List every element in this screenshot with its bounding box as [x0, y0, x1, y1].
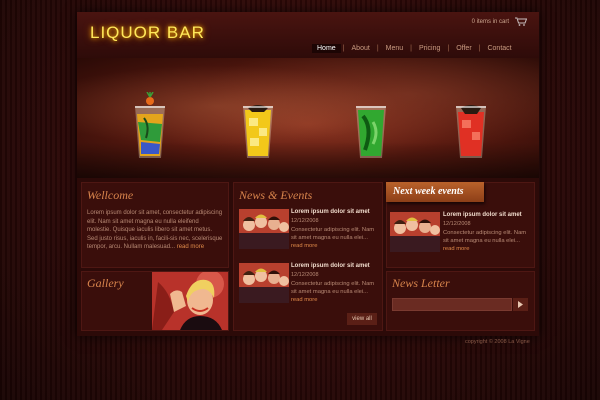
next-week-title: Next week events: [386, 182, 484, 202]
news-item-body: Consectetur adipiscing elit. Nam sit ame…: [291, 227, 375, 250]
event-heading[interactable]: Lorem ipsum dolor sit amet: [443, 212, 522, 218]
main-nav: Home | About | Menu | Pricing | Offer | …: [312, 42, 517, 54]
newsletter-title: News Letter: [392, 276, 450, 290]
news-item-heading[interactable]: Lorem ipsum dolor sit amet: [291, 209, 370, 215]
gallery-panel: Gallery: [81, 271, 229, 331]
newsletter-submit-button[interactable]: [513, 298, 528, 311]
nav-item-about[interactable]: About: [347, 44, 375, 53]
nav-item-offer[interactable]: Offer: [451, 44, 476, 53]
nav-item-home[interactable]: Home: [312, 43, 341, 53]
news-read-more-link[interactable]: read more: [291, 297, 317, 303]
event-read-more-link[interactable]: read more: [443, 246, 469, 252]
welcome-read-more-link[interactable]: read more: [177, 244, 204, 250]
news-read-more-link[interactable]: read more: [291, 243, 317, 249]
event-thumbnail[interactable]: [390, 212, 440, 252]
news-events-panel: News & Events Lorem ipsum dolor sit amet…: [233, 182, 383, 331]
shopping-cart-icon[interactable]: [515, 17, 527, 26]
news-thumbnail[interactable]: [239, 209, 289, 249]
newsletter-email-input[interactable]: [392, 298, 512, 311]
site-container: LIQUOR BAR 0 items in cart Home | About …: [77, 12, 539, 336]
event-date: 12/12/2008: [443, 221, 471, 227]
nav-item-contact[interactable]: Contact: [482, 44, 516, 53]
nav-item-pricing[interactable]: Pricing: [414, 44, 445, 53]
news-title: News & Events: [239, 188, 313, 202]
header: LIQUOR BAR 0 items in cart Home | About …: [77, 12, 539, 58]
copyright: copyright © 2008 La Vigne: [465, 339, 530, 345]
gallery-image[interactable]: [152, 272, 228, 330]
cocktail-green-icon: [356, 106, 386, 158]
welcome-text: Lorem ipsum dolor sit amet, consectetur …: [87, 210, 223, 251]
newsletter-panel: News Letter: [386, 271, 535, 331]
view-all-button[interactable]: view all: [347, 313, 377, 325]
site-logo[interactable]: LIQUOR BAR: [90, 23, 205, 43]
cocktail-red-icon: [456, 105, 486, 158]
news-item-heading[interactable]: Lorem ipsum dolor sit amet: [291, 263, 370, 269]
event-body: Consectetur adipiscing elit. Nam sit ame…: [443, 230, 527, 253]
welcome-panel: Wellcome Lorem ipsum dolor sit amet, con…: [81, 182, 229, 268]
news-item-date: 12/12/2008: [291, 218, 319, 224]
cart-summary[interactable]: 0 items in cart: [472, 19, 509, 25]
news-thumbnail[interactable]: [239, 263, 289, 303]
cocktail-rainbow-icon: [135, 92, 165, 158]
welcome-title: Wellcome: [87, 188, 134, 202]
news-item-body: Consectetur adipiscing elit. Nam sit ame…: [291, 281, 375, 304]
nav-item-menu[interactable]: Menu: [381, 44, 409, 53]
gallery-title: Gallery: [87, 276, 124, 290]
cocktail-yellow-icon: [243, 105, 273, 158]
news-item-date: 12/12/2008: [291, 272, 319, 278]
arrow-right-icon: [518, 301, 523, 308]
hero-banner: [77, 58, 539, 178]
